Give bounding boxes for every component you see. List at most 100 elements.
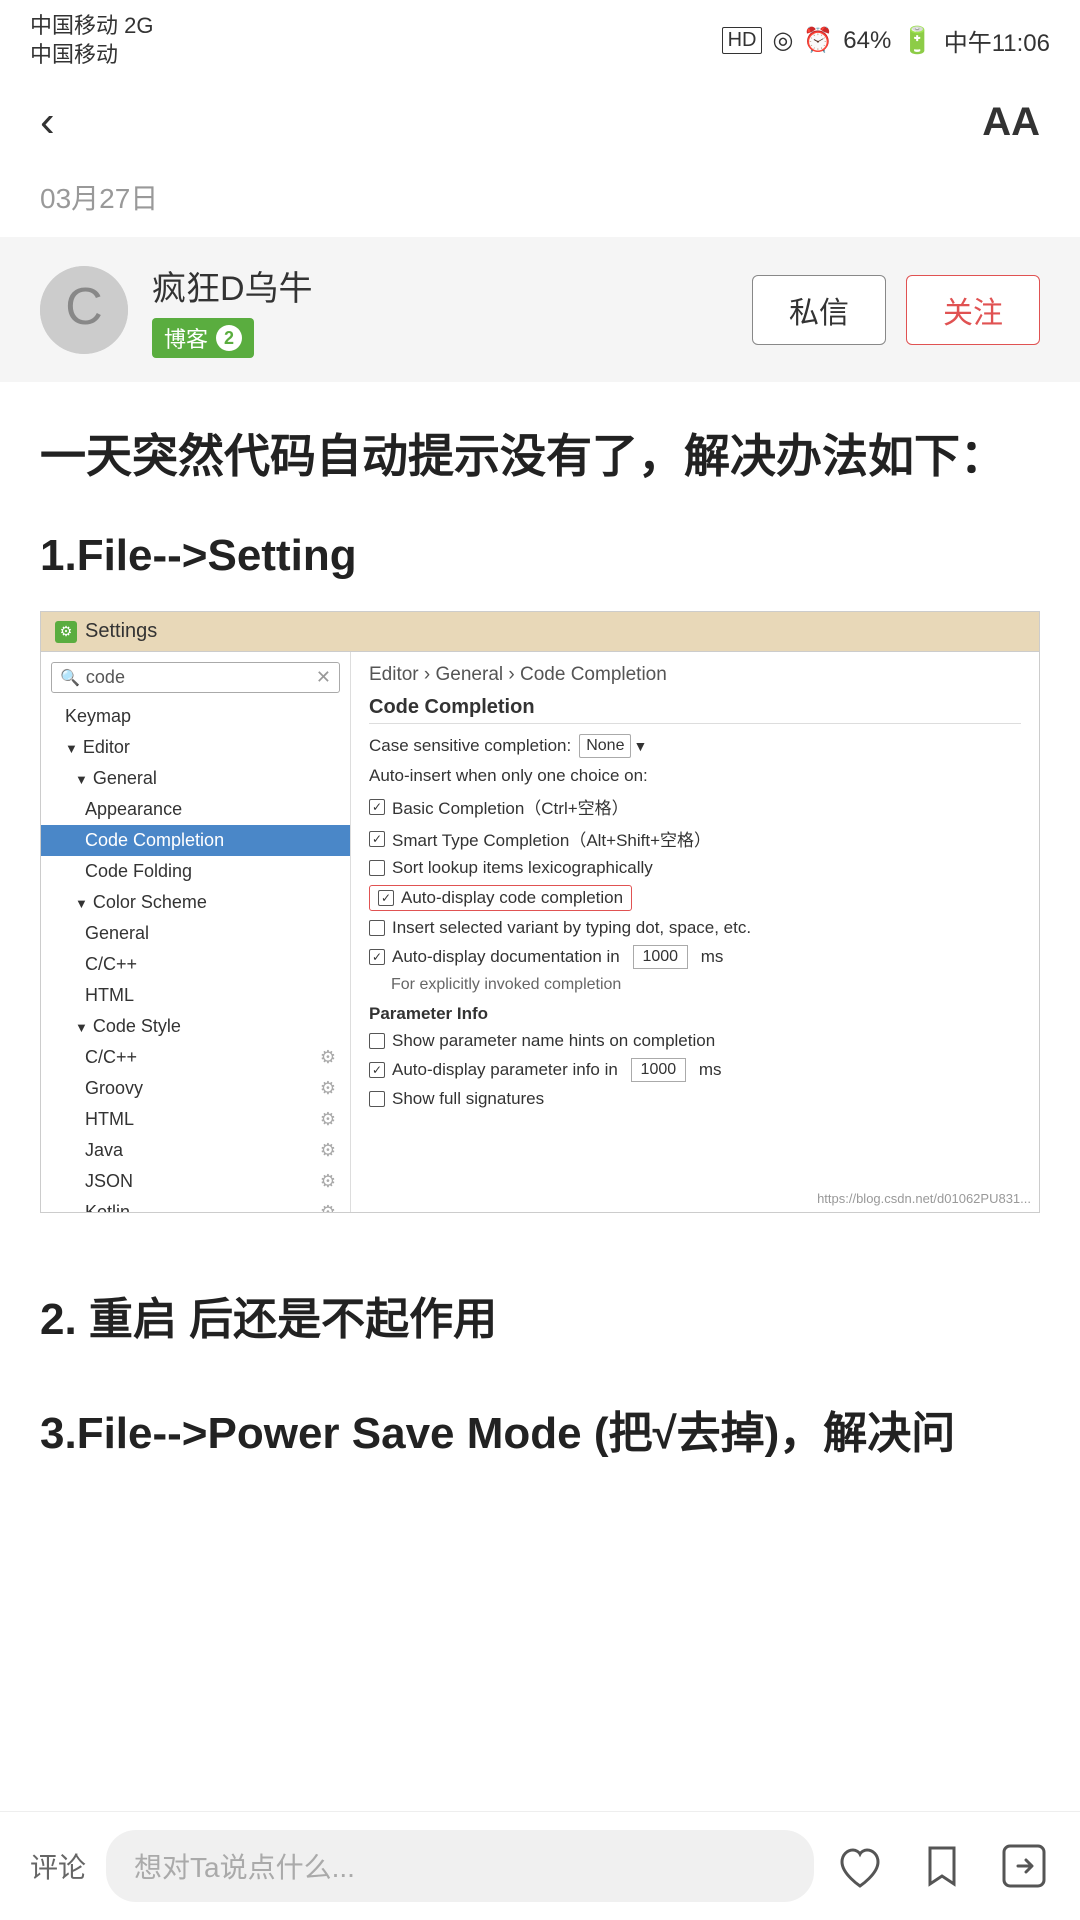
- bottom-icons: [834, 1840, 1050, 1892]
- settings-titlebar: ⚙ Settings: [41, 612, 1039, 652]
- checkbox-param-name-icon[interactable]: [369, 1033, 385, 1049]
- checkbox-smart-icon[interactable]: [369, 831, 385, 847]
- triangle-icon-color: ▼: [75, 896, 88, 911]
- follow-button[interactable]: 关注: [906, 275, 1040, 345]
- param-info-title: Parameter Info: [369, 1004, 1021, 1024]
- article-section2: 2. 重启 后还是不起作用: [0, 1273, 1080, 1387]
- case-sensitive-select[interactable]: None: [579, 734, 631, 758]
- article-section3: 3.File-->Power Save Mode (把√去掉)，解决问: [0, 1387, 1080, 1501]
- case-sensitive-label: Case sensitive completion:: [369, 736, 571, 756]
- tree-item-general[interactable]: ▼ General: [41, 763, 350, 794]
- triangle-icon-general: ▼: [75, 772, 88, 787]
- author-badge: 博客 2: [152, 318, 254, 358]
- step3-heading: 3.File-->Power Save Mode (把√去掉)，解决问: [40, 1397, 1040, 1461]
- tree-item-groovy[interactable]: Groovy ⚙: [41, 1073, 350, 1104]
- settings-right-panel: Editor › General › Code Completion Code …: [351, 652, 1039, 1128]
- font-size-button[interactable]: AA: [982, 100, 1040, 145]
- search-icon: 🔍: [60, 668, 80, 688]
- tree-item-editor[interactable]: ▼ Editor: [41, 732, 350, 763]
- select-arrow: ▼: [633, 738, 647, 754]
- auto-doc-sub: For explicitly invoked completion: [391, 976, 1021, 994]
- avatar: C: [40, 266, 128, 354]
- checkbox-basic-icon[interactable]: [369, 799, 385, 815]
- checkbox-param-auto: Auto-display parameter info in 1000 ms: [369, 1058, 1021, 1082]
- eye-icon: ◎: [772, 26, 793, 55]
- settings-body: 🔍 code ✕ Keymap ▼ Editor ▼ General Appea…: [41, 652, 1039, 1212]
- tree-item-keymap[interactable]: Keymap: [41, 701, 350, 732]
- checkbox-sort-label: Sort lookup items lexicographically: [392, 858, 653, 878]
- checkbox-insert: Insert selected variant by typing dot, s…: [369, 918, 1021, 938]
- tree-item-cpp2[interactable]: C/C++ ⚙: [41, 1042, 350, 1073]
- tree-item-cpp[interactable]: C/C++: [41, 949, 350, 980]
- checkbox-auto-doc-icon[interactable]: [369, 949, 385, 965]
- settings-window-title: Settings: [85, 620, 157, 643]
- tree-item-json[interactable]: JSON ⚙: [41, 1166, 350, 1197]
- checkbox-full-sig: Show full signatures: [369, 1089, 1021, 1109]
- badge-label: 博客: [164, 322, 208, 354]
- checkbox-full-sig-label: Show full signatures: [392, 1089, 544, 1109]
- settings-screenshot: ⚙ Settings 🔍 code ✕ Keymap ▼ Editor: [40, 611, 1040, 1213]
- carrier2: 中国移动: [30, 41, 153, 70]
- battery-icon: 🔋: [901, 25, 933, 56]
- tree-item-general2[interactable]: General: [41, 918, 350, 949]
- checkbox-auto-display-icon[interactable]: [378, 890, 394, 906]
- status-bar: 中国移动 2G 中国移动 HD ◎ ⏰ 64% 🔋 中午11:06: [0, 0, 1080, 77]
- case-sensitive-row: Case sensitive completion: None ▼: [369, 734, 1021, 758]
- checkbox-param-auto-icon[interactable]: [369, 1062, 385, 1078]
- checkbox-sort-icon[interactable]: [369, 860, 385, 876]
- author-actions: 私信 关注: [752, 275, 1040, 345]
- author-info: 疯狂D乌牛 博客 2: [152, 261, 728, 358]
- auto-insert-label-row: Auto-insert when only one choice on:: [369, 766, 1021, 786]
- svg-text:C: C: [65, 278, 103, 336]
- tree-item-code-style[interactable]: ▼ Code Style: [41, 1011, 350, 1042]
- hd-badge: HD: [722, 27, 763, 54]
- checkbox-insert-icon[interactable]: [369, 920, 385, 936]
- comment-input[interactable]: 想对Ta说点什么...: [106, 1830, 814, 1902]
- tree-item-kotlin[interactable]: Kotlin ⚙: [41, 1197, 350, 1212]
- tree-item-html[interactable]: HTML: [41, 980, 350, 1011]
- carrier-info: 中国移动 2G 中国移动: [30, 12, 153, 69]
- tree-item-code-folding[interactable]: Code Folding: [41, 856, 350, 887]
- auto-doc-ms-input[interactable]: 1000: [633, 945, 688, 969]
- step2-heading: 2. 重启 后还是不起作用: [40, 1283, 1040, 1347]
- checkbox-basic: Basic Completion（Ctrl+空格）: [369, 794, 1021, 819]
- search-clear-icon[interactable]: ✕: [316, 667, 331, 688]
- article-date: 03月27日: [40, 183, 158, 214]
- settings-app-icon: ⚙: [55, 621, 77, 643]
- triangle-icon: ▼: [65, 741, 78, 756]
- tree-item-color-scheme[interactable]: ▼ Color Scheme: [41, 887, 350, 918]
- time: 中午11:06: [944, 23, 1050, 58]
- comment-label: 评论: [30, 1846, 86, 1886]
- auto-insert-label: Auto-insert when only one choice on:: [369, 766, 648, 786]
- checkbox-auto-display: Auto-display code completion: [369, 885, 1021, 911]
- message-button[interactable]: 私信: [752, 275, 886, 345]
- settings-section-title: Code Completion: [369, 696, 1021, 724]
- like-button[interactable]: [834, 1840, 886, 1892]
- settings-search-bar[interactable]: 🔍 code ✕: [51, 662, 340, 693]
- checkbox-smart: Smart Type Completion（Alt+Shift+空格）: [369, 826, 1021, 851]
- back-button[interactable]: ‹: [40, 97, 55, 147]
- bookmark-button[interactable]: [916, 1840, 968, 1892]
- tree-item-java[interactable]: Java ⚙: [41, 1135, 350, 1166]
- tree-item-appearance[interactable]: Appearance: [41, 794, 350, 825]
- author-name: 疯狂D乌牛: [152, 261, 728, 310]
- settings-right-wrapper: Editor › General › Code Completion Code …: [351, 652, 1039, 1212]
- auto-doc-unit: ms: [701, 947, 724, 967]
- checkbox-full-sig-icon[interactable]: [369, 1091, 385, 1107]
- triangle-icon-style: ▼: [75, 1020, 88, 1035]
- author-section: C 疯狂D乌牛 博客 2 私信 关注: [0, 237, 1080, 382]
- checkbox-param-name: Show parameter name hints on completion: [369, 1031, 1021, 1051]
- param-ms-input[interactable]: 1000: [631, 1058, 686, 1082]
- param-ms-unit: ms: [699, 1060, 722, 1080]
- alarm-icon: ⏰: [803, 26, 833, 55]
- checkbox-auto-display-label: Auto-display code completion: [401, 888, 623, 908]
- share-button[interactable]: [998, 1840, 1050, 1892]
- auto-doc-row: Auto-display documentation in 1000 ms: [369, 945, 1021, 969]
- settings-search-input[interactable]: code: [86, 667, 310, 688]
- tree-item-code-completion[interactable]: Code Completion: [41, 825, 350, 856]
- badge-number: 2: [216, 325, 242, 351]
- bottom-bar: 评论 想对Ta说点什么...: [0, 1811, 1080, 1920]
- checkbox-param-name-label: Show parameter name hints on completion: [392, 1031, 715, 1051]
- checkbox-basic-label: Basic Completion（Ctrl+空格）: [392, 794, 629, 819]
- tree-item-html2[interactable]: HTML ⚙: [41, 1104, 350, 1135]
